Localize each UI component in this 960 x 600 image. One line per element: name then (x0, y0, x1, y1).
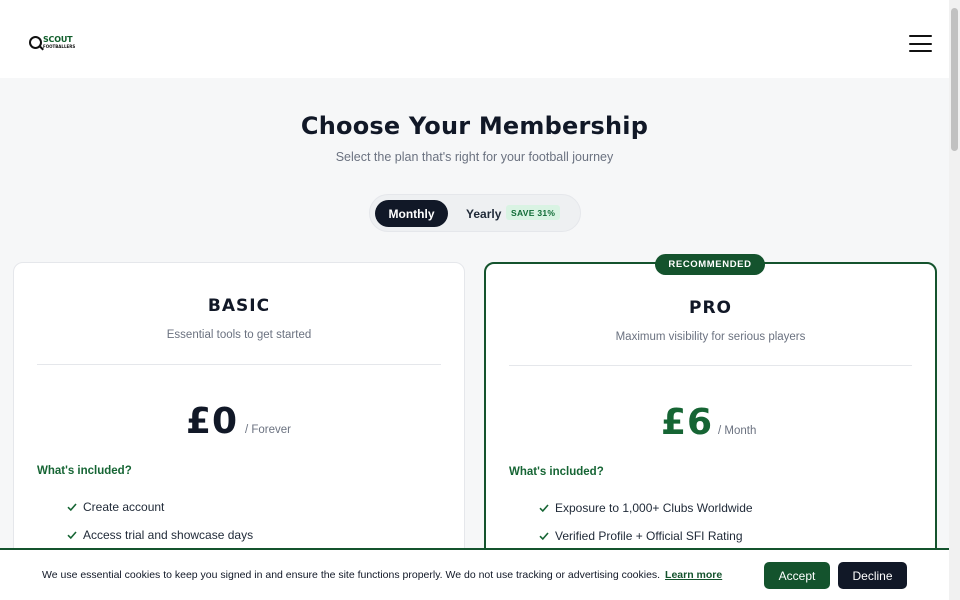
scrollbar-thumb[interactable] (951, 8, 958, 151)
page-title: Choose Your Membership (300, 112, 649, 140)
checkmark-icon (539, 503, 549, 513)
list-item: Access trial and showcase days (67, 528, 253, 542)
plan-divider (37, 364, 441, 365)
yearly-option[interactable]: Yearly (466, 200, 501, 227)
list-item: Verified Profile + Official SFI Rating (539, 529, 743, 543)
billing-period-toggle: Monthly Yearly SAVE 31% (369, 194, 581, 232)
hamburger-menu-icon[interactable] (909, 35, 932, 52)
magnifier-logo-icon (29, 35, 42, 49)
plan-description: Maximum visibility for serious players (615, 331, 806, 343)
learn-more-link[interactable]: Learn more (665, 569, 722, 581)
site-header: SCOUT FOOTBALLERS (0, 0, 949, 78)
plan-divider (509, 365, 912, 366)
list-item: Exposure to 1,000+ Clubs Worldwide (539, 501, 753, 515)
plan-price: £0 (186, 401, 239, 442)
logo-sub-text: FOOTBALLERS (43, 43, 76, 49)
plan-name: BASIC (207, 296, 271, 316)
whats-included-label: What's included? (37, 465, 132, 477)
checkmark-icon (67, 530, 77, 540)
scout-footballers-logo[interactable]: SCOUT FOOTBALLERS (29, 33, 76, 51)
plan-name: PRO (688, 298, 732, 318)
plan-period: / Month (718, 425, 757, 437)
checkmark-icon (539, 531, 549, 541)
cookie-banner: We use essential cookies to keep you sig… (0, 548, 949, 600)
monthly-option[interactable]: Monthly (375, 200, 448, 227)
save-badge: SAVE 31% (506, 205, 561, 220)
whats-included-label: What's included? (509, 466, 604, 478)
decline-cookies-button[interactable]: Decline (838, 562, 907, 589)
logo-main-text: SCOUT (43, 34, 73, 44)
page-scrollbar[interactable] (949, 0, 960, 600)
cookie-message: We use essential cookies to keep you sig… (42, 569, 722, 581)
plan-price: £6 (661, 402, 714, 443)
checkmark-icon (67, 502, 77, 512)
plan-description: Essential tools to get started (166, 329, 312, 341)
plan-period: / Forever (245, 424, 292, 436)
cookie-text: We use essential cookies to keep you sig… (42, 569, 661, 581)
accept-cookies-button[interactable]: Accept (764, 562, 830, 589)
list-item: Create account (67, 500, 164, 514)
recommended-badge: RECOMMENDED (655, 254, 765, 275)
page-subtitle: Select the plan that's right for your fo… (335, 150, 614, 164)
